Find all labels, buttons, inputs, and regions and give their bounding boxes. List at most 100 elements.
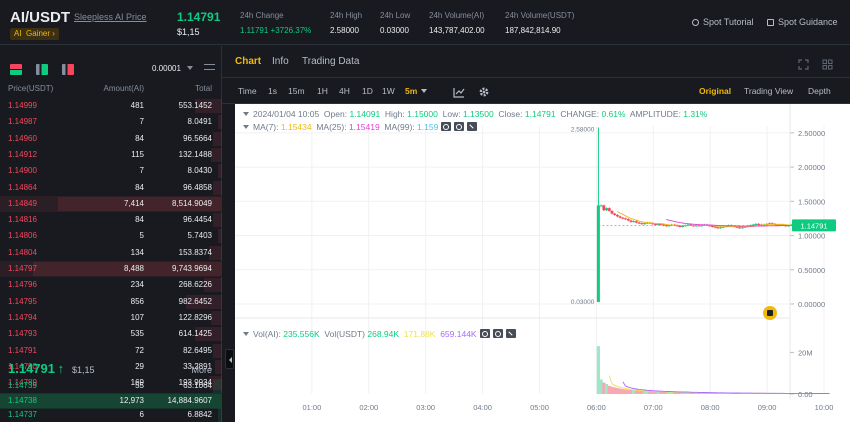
- ask-row[interactable]: 1.14794 107 122.8296: [0, 310, 222, 326]
- row-price: 1.14900: [8, 166, 37, 176]
- row-amount: 234: [130, 280, 144, 290]
- price-tick-label: 2.00000: [798, 163, 825, 172]
- legend-close-label: Close:: [498, 109, 523, 119]
- tab-chart[interactable]: Chart: [235, 56, 261, 67]
- ask-row[interactable]: 1.14816 84 96.4454: [0, 212, 222, 228]
- timeframe-1s[interactable]: 1s: [268, 86, 277, 96]
- ask-row[interactable]: 1.14960 84 96.5664: [0, 131, 222, 147]
- pair-symbol[interactable]: AI/USDT: [10, 9, 70, 26]
- more-link[interactable]: More: [191, 365, 212, 375]
- tick-size-select[interactable]: 0.00001: [152, 64, 193, 73]
- ma7-label: MA(7):: [253, 122, 279, 132]
- ask-row[interactable]: 1.14796 234 268.6226: [0, 277, 222, 293]
- sliders-icon[interactable]: [204, 62, 215, 72]
- eye-icon[interactable]: [479, 329, 490, 338]
- timeframe-1d[interactable]: 1D: [362, 86, 373, 96]
- stat-value: 143,787,402.00: [429, 26, 485, 35]
- row-total: 153.8374: [178, 247, 212, 257]
- ask-row[interactable]: 1.14793 535 614.1425: [0, 326, 222, 342]
- volume-legend: Vol(AI): 235.556K Vol(USDT) 268.94K 171.…: [243, 329, 516, 339]
- stat-value: 187,842,814.90: [505, 26, 561, 35]
- row-total: 6.8842: [187, 410, 212, 419]
- candle-body: [740, 227, 744, 229]
- spot-tutorial-button[interactable]: Spot Tutorial: [692, 17, 754, 27]
- price-tick-label: 0.50000: [798, 266, 825, 275]
- timeframe-5m[interactable]: 5m: [405, 86, 427, 96]
- view-trading-view[interactable]: Trading View: [744, 86, 793, 96]
- row-amount: 134: [130, 247, 144, 257]
- ask-row[interactable]: 1.14987 7 8.0491: [0, 114, 222, 130]
- legend-close: 1.14791: [524, 109, 556, 119]
- ask-row[interactable]: 1.14999 481 553.1452: [0, 98, 222, 114]
- candle-body: [757, 223, 761, 225]
- timeframe-time[interactable]: Time: [238, 86, 257, 96]
- tab-trading-data[interactable]: Trading Data: [302, 56, 359, 67]
- candle-body: [738, 227, 742, 229]
- row-total: 8,514.9049: [171, 198, 212, 208]
- chevron-down-icon[interactable]: [243, 112, 249, 116]
- chart-toolbar: Time 1s 15m 1H 4H 1D 1W 5m Original Trad…: [222, 78, 850, 104]
- depth-bar: [218, 115, 222, 130]
- bids-only-view-icon[interactable]: [36, 64, 48, 75]
- price-tick-label: 0.00000: [798, 300, 825, 309]
- timeframe-4h[interactable]: 4H: [339, 86, 350, 96]
- notification-badge-icon[interactable]: [763, 306, 777, 320]
- spot-guidance-button[interactable]: Spot Guidance: [767, 17, 838, 27]
- settings-icon[interactable]: [492, 329, 503, 338]
- time-tick-label: 10:00: [815, 403, 834, 412]
- eye-icon[interactable]: [441, 122, 452, 131]
- ask-row[interactable]: 1.14864 84 96.4858: [0, 180, 222, 196]
- ask-row[interactable]: 1.14912 115 132.1488: [0, 147, 222, 163]
- row-price: 1.14794: [8, 312, 37, 322]
- both-sides-view-icon[interactable]: [10, 64, 22, 75]
- legend-high-label: High:: [384, 109, 405, 119]
- asks-only-view-icon[interactable]: [62, 64, 74, 75]
- chevron-down-icon[interactable]: [243, 332, 249, 336]
- spot-tutorial-label: Spot Tutorial: [703, 17, 754, 27]
- view-depth[interactable]: Depth: [808, 86, 831, 96]
- layout-grid-icon[interactable]: [822, 57, 833, 70]
- view-original[interactable]: Original: [699, 86, 731, 96]
- price-chart[interactable]: 2.50000 2.00000 1.50000 1.00000 0.50000 0.000…: [235, 104, 850, 422]
- row-total: 122.8296: [178, 312, 212, 322]
- candle-body: [719, 227, 723, 229]
- ask-row[interactable]: 1.14849 7,414 8,514.9049: [0, 195, 222, 212]
- time-tick-label: 06:00: [587, 403, 606, 412]
- vol-ai-value: 235.556K: [283, 329, 320, 339]
- row-price: 1.14795: [8, 296, 37, 306]
- legend-high: 1.15000: [407, 109, 438, 119]
- expand-icon[interactable]: [798, 57, 809, 70]
- row-price: 1.14987: [8, 117, 37, 127]
- row-price: 1.14737: [8, 410, 37, 419]
- pair-price-link[interactable]: Sleepless AI Price: [74, 12, 147, 22]
- timeframe-15m[interactable]: 15m: [288, 86, 305, 96]
- row-amount: 6: [139, 410, 144, 419]
- ask-row[interactable]: 1.14806 5 5.7403: [0, 228, 222, 244]
- chevron-down-icon[interactable]: [243, 125, 249, 129]
- candle-body: [596, 205, 600, 302]
- tab-info[interactable]: Info: [272, 56, 289, 67]
- settings-icon[interactable]: [454, 122, 465, 131]
- ma-legend: MA(7): 1.15434 MA(25): 1.15419 MA(99): 1…: [243, 122, 478, 132]
- candle-body: [637, 222, 641, 224]
- bid-row[interactable]: 1.14737 6 6.8842: [0, 407, 222, 422]
- gear-icon[interactable]: [478, 85, 490, 97]
- legend-open: 1.14091: [349, 109, 381, 119]
- stat-label: 24h Change: [240, 11, 284, 20]
- ask-row[interactable]: 1.14804 134 153.8374: [0, 245, 222, 261]
- timeframe-1w[interactable]: 1W: [382, 86, 395, 96]
- chart-tabs: Chart Info Trading Data: [222, 46, 850, 78]
- order-book: 0.00001 Price(USDT) Amount(AI) Total 1.1…: [0, 46, 222, 422]
- close-icon[interactable]: [467, 122, 478, 131]
- ask-row[interactable]: 1.14797 8,488 9,743.9694: [0, 261, 222, 277]
- close-icon[interactable]: [505, 329, 516, 338]
- row-total: 8.0491: [187, 117, 212, 127]
- ask-row[interactable]: 1.14900 7 8.0430: [0, 163, 222, 179]
- vol-ai-label: Vol(AI):: [253, 329, 281, 339]
- ask-row[interactable]: 1.14795 856 982.6452: [0, 294, 222, 310]
- stat-value: 0.03000: [380, 26, 409, 35]
- gainer-tag[interactable]: AI Gainer ›: [10, 28, 59, 40]
- indicator-chart-icon[interactable]: [453, 85, 465, 98]
- collapse-handle[interactable]: [225, 349, 234, 369]
- timeframe-1h[interactable]: 1H: [317, 86, 328, 96]
